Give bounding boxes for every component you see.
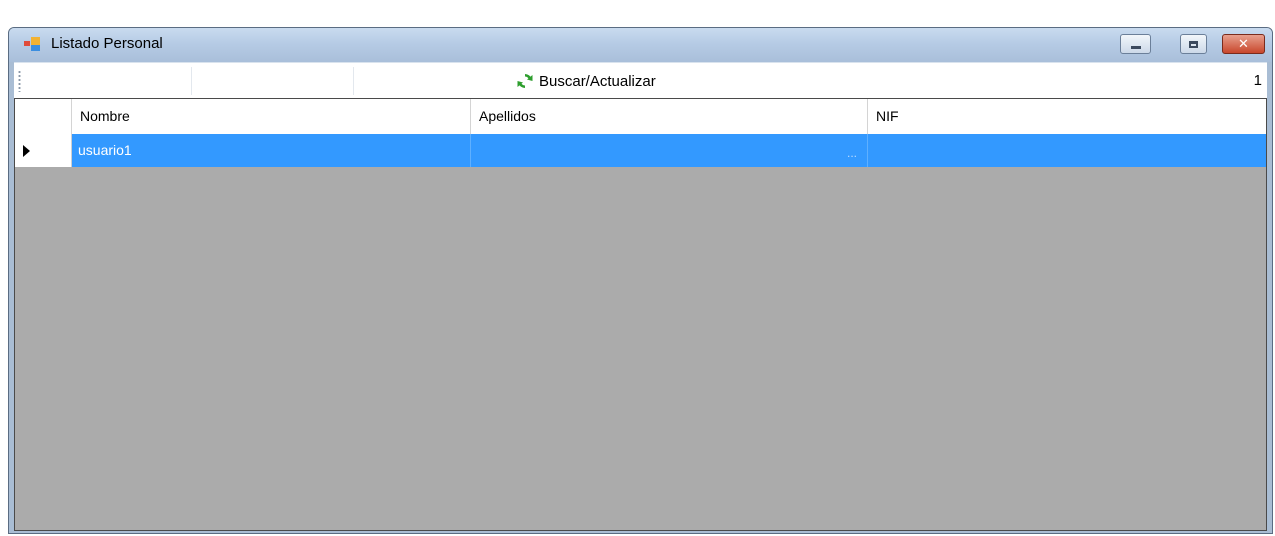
table-row[interactable]: usuario1 ... (15, 134, 1266, 167)
toolbar: Buscar/Actualizar 1 (14, 62, 1267, 99)
minimize-button[interactable] (1120, 34, 1151, 54)
grid-header: Nombre Apellidos NIF (15, 99, 1266, 135)
toolbar-grip[interactable] (18, 70, 21, 92)
toolbar-separator (353, 67, 354, 95)
close-icon: ✕ (1238, 36, 1249, 52)
column-header-nif[interactable]: NIF (868, 99, 1266, 134)
column-header-nombre[interactable]: Nombre (72, 99, 471, 134)
maximize-button[interactable] (1180, 34, 1207, 54)
maximize-icon (1189, 40, 1198, 48)
minimize-icon (1130, 45, 1141, 49)
cell-nif[interactable] (868, 134, 1266, 167)
refresh-button[interactable]: Buscar/Actualizar (516, 68, 656, 94)
cell-nombre[interactable]: usuario1 (72, 134, 471, 167)
current-row-arrow-icon (23, 145, 30, 157)
cell-apellidos[interactable]: ... (471, 134, 868, 167)
close-button[interactable]: ✕ (1222, 34, 1265, 54)
record-count: 1 (1253, 72, 1262, 89)
app-window-icon (24, 37, 40, 51)
refresh-button-label: Buscar/Actualizar (539, 72, 656, 90)
toolbar-separator (191, 67, 192, 95)
refresh-icon (517, 74, 533, 88)
row-header[interactable] (15, 134, 72, 167)
data-grid[interactable]: Nombre Apellidos NIF usuario1 ... (14, 98, 1267, 531)
app-window: Listado Personal ✕ Buscar/Actualizar 1 N… (8, 27, 1273, 534)
window-title: Listado Personal (51, 35, 163, 52)
title-bar[interactable]: Listado Personal ✕ (9, 28, 1272, 62)
row-header-corner[interactable] (15, 99, 72, 134)
column-header-apellidos[interactable]: Apellidos (471, 99, 868, 134)
cell-ellipsis: ... (846, 146, 857, 160)
